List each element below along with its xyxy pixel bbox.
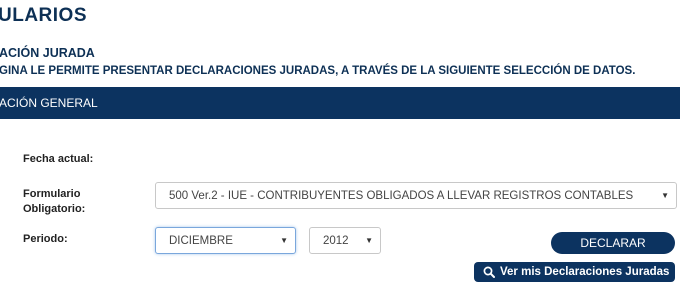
mes-select-value: DICIEMBRE [169, 235, 233, 247]
anio-select-value: 2012 [323, 235, 349, 247]
chevron-down-icon: ▼ [280, 236, 288, 245]
search-icon [483, 266, 495, 278]
section-header-bar: ACIÓN GENERAL [0, 87, 680, 119]
page: ULARIOS ACIÓN JURADA GINA LE PERMITE PRE… [0, 0, 680, 290]
section-description: GINA LE PERMITE PRESENTAR DECLARACIONES … [0, 65, 636, 77]
ver-declaraciones-label: Ver mis Declaraciones Juradas [500, 266, 670, 278]
anio-select[interactable]: 2012 ▼ [309, 227, 381, 254]
ver-declaraciones-button[interactable]: Ver mis Declaraciones Juradas [474, 262, 675, 282]
formulario-label-line1: Formulario [23, 188, 81, 200]
formulario-select[interactable]: 500 Ver.2 - IUE - CONTRIBUYENTES OBLIGAD… [155, 182, 677, 209]
section-header-title: ACIÓN GENERAL [0, 96, 98, 110]
section-title: ACIÓN JURADA [0, 46, 95, 60]
chevron-down-icon: ▼ [365, 236, 373, 245]
page-title: ULARIOS [0, 5, 87, 26]
formulario-label-line2: Obligatorio: [23, 203, 86, 215]
periodo-label: Periodo: [23, 233, 68, 245]
fecha-actual-label: Fecha actual: [23, 153, 94, 165]
declarar-button[interactable]: DECLARAR [551, 232, 675, 254]
formulario-select-value: 500 Ver.2 - IUE - CONTRIBUYENTES OBLIGAD… [169, 190, 634, 202]
mes-select[interactable]: DICIEMBRE ▼ [155, 227, 296, 254]
chevron-down-icon: ▼ [661, 191, 669, 200]
formulario-label: Formulario Obligatorio: [23, 187, 85, 217]
